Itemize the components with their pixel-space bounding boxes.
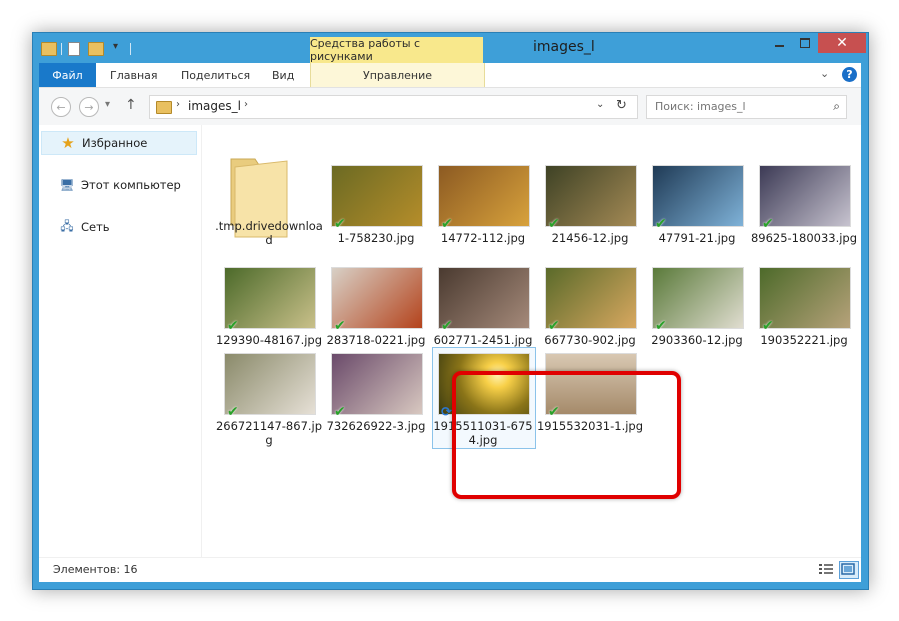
breadcrumb-separator-icon[interactable]: › (244, 99, 248, 110)
ribbon-tabs: Файл Главная Поделиться Вид Управление ⌄… (39, 63, 861, 87)
explorer-window: ▾ Средства работы с рисунками images_l ✕… (32, 32, 869, 590)
refresh-icon[interactable]: ↻ (616, 98, 627, 113)
close-button[interactable]: ✕ (818, 33, 866, 53)
image-thumbnail: ✔ (331, 165, 423, 232)
expand-ribbon-icon[interactable]: ⌄ (820, 67, 829, 80)
sync-complete-icon: ✔ (441, 216, 453, 232)
nav-item-this-pc[interactable]: 🖥 Этот компьютер (41, 174, 195, 196)
image-thumbnail: ✔ (438, 165, 530, 232)
tab-home[interactable]: Главная (110, 63, 158, 87)
address-toolbar: ← → ▾ ↑ › images_l › ⌄ ↻ ⌕ (39, 87, 861, 127)
status-bar: Элементов: 16 (39, 557, 861, 582)
properties-icon[interactable] (68, 42, 80, 56)
file-name: 14772-112.jpg (440, 231, 526, 245)
sync-complete-icon: ✔ (227, 404, 239, 420)
sync-complete-icon: ✔ (655, 216, 667, 232)
navigation-pane: ★ Избранное 🖥 Этот компьютер 🖧 Сеть (39, 125, 202, 557)
file-name: 2903360-12.jpg (651, 333, 743, 347)
image-thumbnail: ✔ (224, 267, 316, 334)
file-name: 129390-48167.jpg (215, 333, 323, 347)
star-icon: ★ (61, 134, 75, 152)
file-list: .tmp.drivedownload ✔ 1-758230.jpg ✔ 1477… (209, 125, 859, 557)
tab-file[interactable]: Файл (39, 63, 96, 87)
tab-manage[interactable]: Управление (310, 63, 485, 87)
content-area: ★ Избранное 🖥 Этот компьютер 🖧 Сеть .tmp… (39, 125, 861, 557)
back-button[interactable]: ← (51, 97, 71, 117)
new-folder-icon[interactable] (88, 42, 104, 56)
divider (130, 43, 131, 55)
file-name: .tmp.drivedownload (215, 219, 323, 247)
breadcrumb-separator-icon[interactable]: › (176, 99, 180, 110)
image-thumbnail: ✔ (759, 267, 851, 334)
details-view-button[interactable] (817, 561, 837, 579)
file-name: 190352221.jpg (760, 333, 848, 347)
sync-complete-icon: ✔ (762, 216, 774, 232)
large-icons-view-button[interactable] (839, 561, 859, 579)
nav-item-label: Этот компьютер (81, 178, 181, 192)
file-name: 89625-180033.jpg (750, 231, 858, 245)
image-thumbnail: ✔ (545, 267, 637, 334)
image-thumbnail: ✔ (224, 353, 316, 420)
title-bar: ▾ Средства работы с рисунками images_l ✕ (33, 33, 868, 63)
maximize-icon (800, 38, 810, 48)
minimize-icon (774, 45, 784, 47)
customize-quick-access-icon[interactable]: ▾ (113, 41, 118, 52)
tab-share[interactable]: Поделиться (181, 63, 250, 87)
image-thumbnail: ✔ (331, 267, 423, 334)
sync-complete-icon: ✔ (655, 318, 667, 334)
recent-locations-icon[interactable]: ▾ (105, 99, 110, 110)
maximize-button[interactable] (792, 33, 818, 53)
sync-complete-icon: ✔ (334, 318, 346, 334)
search-icon[interactable]: ⌕ (833, 99, 840, 114)
sync-complete-icon: ✔ (762, 318, 774, 334)
sync-complete-icon: ✔ (548, 318, 560, 334)
file-name: 21456-12.jpg (551, 231, 629, 245)
address-dropdown-icon[interactable]: ⌄ (596, 99, 604, 110)
tab-view[interactable]: Вид (272, 63, 294, 87)
forward-button[interactable]: → (79, 97, 99, 117)
divider (61, 43, 62, 55)
image-thumbnail: ✔ (545, 165, 637, 232)
syncing-icon: ⟳ (441, 405, 452, 420)
folder-icon (41, 42, 57, 56)
details-view-icon (819, 564, 833, 574)
nav-item-label: Избранное (82, 136, 148, 150)
image-thumbnail: ✔ (652, 267, 744, 334)
image-thumbnail: ✔ (759, 165, 851, 232)
breadcrumb-item[interactable]: images_l (188, 99, 241, 113)
folder-icon (156, 101, 172, 114)
nav-item-network[interactable]: 🖧 Сеть (41, 216, 195, 238)
nav-item-label: Сеть (81, 220, 110, 234)
address-bar[interactable]: › images_l › ⌄ ↻ (149, 95, 638, 119)
file-name: 602771-2451.jpg (433, 333, 533, 347)
sync-complete-icon: ✔ (334, 216, 346, 232)
computer-icon: 🖥 (59, 178, 75, 192)
highlight-annotation (452, 371, 681, 499)
search-field[interactable]: ⌕ (646, 95, 847, 119)
image-thumbnail: ✔ (331, 353, 423, 420)
file-name: 47791-21.jpg (658, 231, 736, 245)
item-count: Элементов: 16 (53, 563, 138, 576)
sync-complete-icon: ✔ (441, 318, 453, 334)
file-name: 1-758230.jpg (337, 231, 415, 245)
file-name: 283718-0221.jpg (326, 333, 426, 347)
nav-item-favorites[interactable]: ★ Избранное (41, 131, 197, 155)
sync-complete-icon: ✔ (227, 318, 239, 334)
file-name: 667730-902.jpg (544, 333, 636, 347)
window-title: images_l (533, 39, 595, 55)
image-thumbnail: ✔ (652, 165, 744, 232)
sync-complete-icon: ✔ (548, 216, 560, 232)
image-thumbnail: ✔ (438, 267, 530, 334)
minimize-button[interactable] (766, 33, 792, 53)
up-button[interactable]: ↑ (125, 97, 137, 113)
file-name: 732626922-3.jpg (326, 419, 426, 433)
help-icon[interactable]: ? (842, 67, 857, 82)
file-name: 266721147-867.jpg (215, 419, 323, 447)
network-icon: 🖧 (60, 218, 74, 233)
sync-complete-icon: ✔ (334, 404, 346, 420)
picture-tools-context-tab[interactable]: Средства работы с рисунками (310, 37, 483, 63)
search-input[interactable] (647, 96, 825, 116)
large-icons-view-icon (841, 563, 855, 575)
